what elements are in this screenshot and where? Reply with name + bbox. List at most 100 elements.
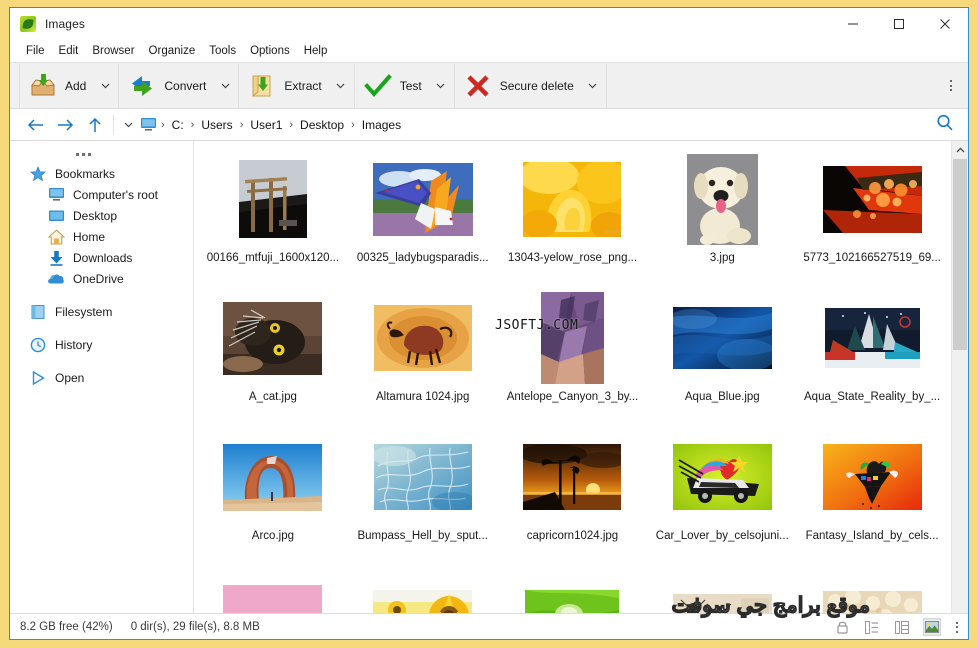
test-button[interactable]: Test (355, 64, 455, 108)
file-item[interactable]: Fantasy_Island_by_cels... (797, 427, 947, 566)
thumbnail-box (647, 292, 797, 384)
sidebar-item-bookmarks[interactable]: Bookmarks (10, 163, 193, 184)
sidebar-item-downloads[interactable]: Downloads (10, 247, 193, 268)
file-item[interactable]: Car_Lover_by_celsojuni... (647, 427, 797, 566)
thumbnail-box (647, 431, 797, 523)
sidebar-item-filesystem[interactable]: Filesystem (10, 301, 193, 322)
convert-chevron-down-icon[interactable] (218, 83, 232, 89)
search-icon[interactable] (936, 113, 954, 136)
file-item[interactable]: A_cat.jpg (198, 288, 348, 427)
file-item[interactable]: Aqua_State_Reality_by_... (797, 288, 947, 427)
extract-chevron-down-icon[interactable] (334, 83, 348, 89)
sidebar: Bookmarks Computer's root Desktop (10, 141, 194, 613)
file-item[interactable]: capricorn1024.jpg (498, 427, 648, 566)
scrollbar-thumb[interactable] (953, 159, 967, 350)
thumbnail-box (797, 153, 947, 245)
close-button[interactable] (922, 8, 968, 40)
add-chevron-down-icon[interactable] (98, 83, 112, 89)
maximize-button[interactable] (876, 8, 922, 40)
more-dots-icon[interactable] (10, 145, 193, 163)
sidebar-item-history[interactable]: History (10, 334, 193, 355)
file-item[interactable]: 00166_mtfuji_1600x120... (198, 149, 348, 288)
scroll-up-chevron-up-icon[interactable] (952, 141, 968, 158)
file-item[interactable]: Arco.jpg (198, 427, 348, 566)
menu-browser[interactable]: Browser (85, 43, 141, 59)
thumbnail-antelope (541, 292, 604, 384)
file-item[interactable]: 13043-yelow_rose_png... (498, 149, 648, 288)
sidebar-item-home[interactable]: Home (10, 226, 193, 247)
file-item[interactable]: Bumpass_Hell_by_sput... (348, 427, 498, 566)
desktop-background: Images File Edit Browser Organize Tools … (0, 0, 978, 648)
sidebar-item-desktop[interactable]: Desktop (10, 205, 193, 226)
back-arrow-icon[interactable] (20, 112, 50, 138)
thumbnail-box (348, 431, 498, 523)
file-item[interactable]: 5773_102166527519_69... (797, 149, 947, 288)
thumbnail-view-icon[interactable] (924, 619, 940, 635)
details-view-icon[interactable] (894, 619, 910, 635)
file-item[interactable] (647, 566, 797, 613)
file-item[interactable] (348, 566, 498, 613)
extract-button[interactable]: Extract (239, 64, 354, 108)
file-item[interactable] (498, 566, 648, 613)
thumbnail-mtfuji (239, 160, 307, 238)
menu-tools[interactable]: Tools (202, 43, 243, 59)
file-grid-scroll-area: 00166_mtfuji_1600x120... (194, 141, 951, 613)
sidebar-label: Computer's root (73, 188, 158, 202)
breadcrumb-images[interactable]: Images (356, 116, 407, 134)
secure-delete-chevron-down-icon[interactable] (586, 83, 600, 89)
thumbnail-altamura (374, 305, 472, 371)
breadcrumb-users[interactable]: Users (195, 116, 238, 134)
sidebar-item-onedrive[interactable]: OneDrive (10, 268, 193, 289)
file-item[interactable] (797, 566, 947, 613)
secure-delete-button[interactable]: Secure delete (455, 64, 607, 108)
sidebar-item-computers-root[interactable]: Computer's root (10, 184, 193, 205)
thumbnail-box (348, 570, 498, 613)
thumbnail-box (797, 431, 947, 523)
file-item[interactable]: 3.jpg (647, 149, 797, 288)
sidebar-spacer (10, 322, 193, 334)
history-chevron-down-icon[interactable] (119, 122, 137, 128)
file-item[interactable]: Altamura 1024.jpg (348, 288, 498, 427)
breadcrumb-c[interactable]: C: (166, 116, 190, 134)
thumbnail-bumpass (374, 444, 472, 510)
menu-help[interactable]: Help (297, 43, 335, 59)
breadcrumb-desktop[interactable]: Desktop (294, 116, 350, 134)
toolbar-overflow-menu-icon[interactable] (941, 73, 961, 99)
test-chevron-down-icon[interactable] (434, 83, 448, 89)
computer-monitor-icon[interactable] (137, 117, 159, 132)
vertical-scrollbar[interactable] (951, 141, 968, 613)
thumbnail-box (348, 292, 498, 384)
minimize-button[interactable] (830, 8, 876, 40)
menu-organize[interactable]: Organize (142, 43, 203, 59)
thumbnail-strawberry (223, 585, 322, 613)
sidebar-spacer (10, 355, 193, 367)
menu-file[interactable]: File (19, 43, 52, 59)
free-space-label: 8.2 GB free (42%) (20, 621, 113, 633)
up-arrow-icon[interactable] (80, 112, 110, 138)
menu-edit[interactable]: Edit (52, 43, 86, 59)
sidebar-label: Open (55, 371, 84, 385)
thumbnail-box (498, 292, 648, 384)
address-bar: › C: › Users › User1 › Desktop › Images (10, 109, 968, 141)
status-overflow-menu-icon[interactable] (956, 622, 958, 633)
file-item[interactable]: Aqua_Blue.jpg (647, 288, 797, 427)
status-bar: 8.2 GB free (42%) 0 dir(s), 29 file(s), … (10, 613, 968, 639)
file-grid-panel: 00166_mtfuji_1600x120... (194, 141, 968, 613)
sidebar-item-open[interactable]: Open (10, 367, 193, 388)
file-name: Antelope_Canyon_3_by... (507, 391, 639, 403)
status-icon-group (834, 614, 962, 640)
file-name: A_cat.jpg (249, 391, 297, 403)
file-name: Fantasy_Island_by_cels... (806, 530, 939, 542)
file-item[interactable] (198, 566, 348, 613)
add-button[interactable]: Add (19, 64, 119, 108)
file-item[interactable]: 00325_ladybugsparadis... (348, 149, 498, 288)
forward-arrow-icon[interactable] (50, 112, 80, 138)
thumbnail-cat (223, 302, 322, 375)
menu-options[interactable]: Options (243, 43, 297, 59)
file-item[interactable]: Antelope_Canyon_3_by... (498, 288, 648, 427)
breadcrumb-user1[interactable]: User1 (244, 116, 288, 134)
sidebar-label: Downloads (73, 251, 132, 265)
lock-icon[interactable] (834, 619, 850, 635)
list-view-icon[interactable] (864, 619, 880, 635)
convert-button[interactable]: Convert (119, 64, 239, 108)
